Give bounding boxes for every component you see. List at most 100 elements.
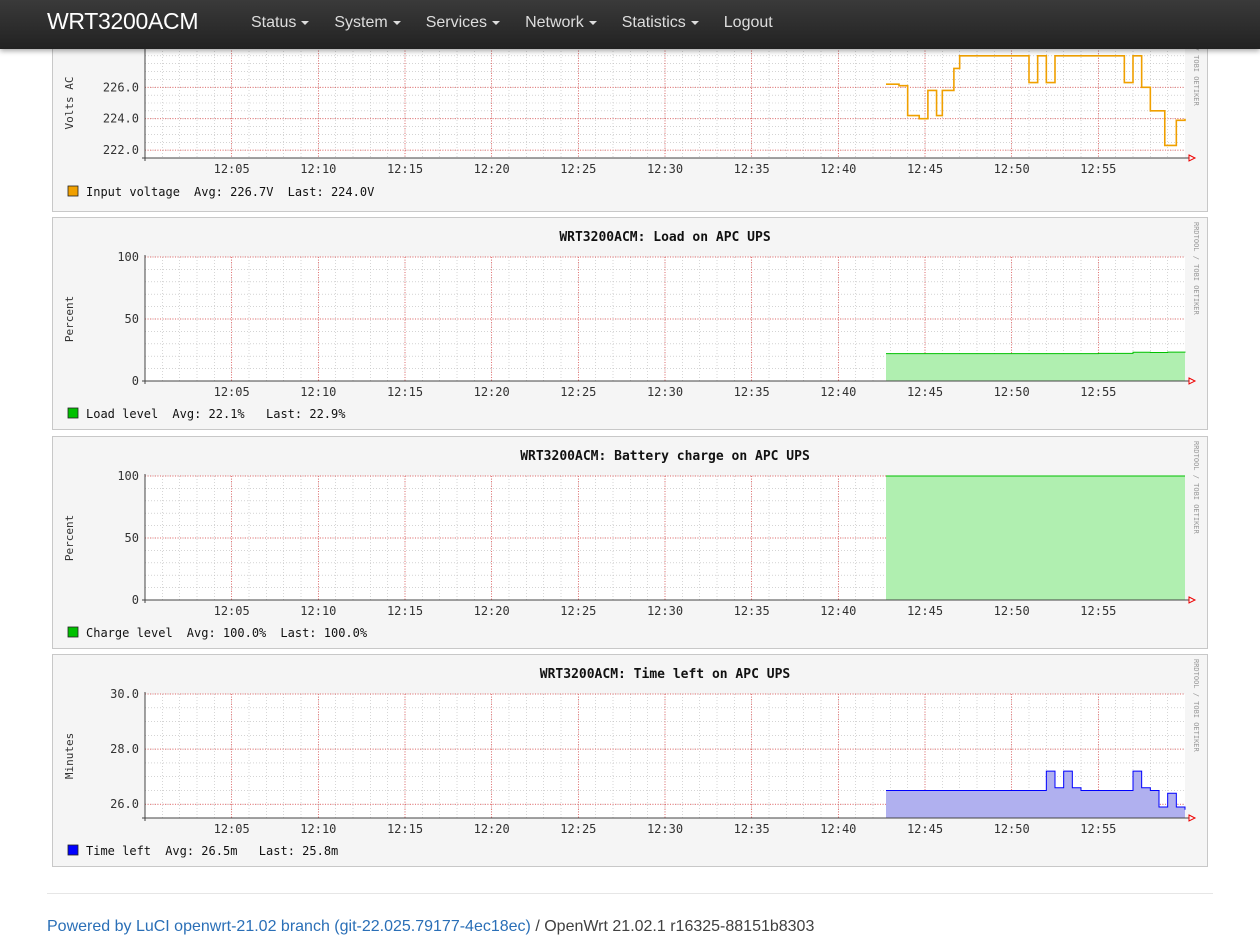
x-tick-label: 12:30 — [647, 385, 683, 399]
chevron-down-icon — [690, 20, 699, 25]
main-menu: Status System Services Network Statistic… — [251, 14, 798, 32]
brand-link[interactable]: WRT3200ACM — [47, 8, 199, 35]
x-tick-label: 12:55 — [1080, 822, 1116, 836]
legend-swatch — [67, 626, 79, 638]
x-tick-label: 12:15 — [387, 162, 423, 176]
menu-status[interactable]: Status — [251, 14, 310, 32]
rrdtool-watermark: RRDTOOL / TOBI OETIKER — [1192, 222, 1200, 316]
y-tick-label: 50 — [125, 312, 139, 326]
y-tick-label: 226.0 — [103, 80, 139, 94]
legend-last: Last: 224.0V — [288, 185, 375, 199]
x-tick-label: 12:45 — [907, 604, 943, 618]
x-tick-label: 12:25 — [560, 604, 596, 618]
x-tick-label: 12:05 — [214, 162, 250, 176]
x-tick-label: 12:15 — [387, 604, 423, 618]
y-axis-label: Percent — [63, 515, 76, 561]
menu-network[interactable]: Network — [525, 14, 597, 32]
x-tick-label: 12:45 — [907, 822, 943, 836]
menu-status-label: Status — [251, 14, 297, 31]
x-tick-label: 12:35 — [734, 385, 770, 399]
x-tick-label: 12:50 — [994, 385, 1030, 399]
rrdtool-watermark: RRDTOOL / TOBI OETIKER — [1192, 659, 1200, 753]
menu-system-label: System — [334, 14, 388, 31]
menu-statistics-label: Statistics — [621, 14, 686, 31]
x-tick-label: 12:45 — [907, 162, 943, 176]
y-tick-label: 0 — [132, 374, 139, 388]
x-tick-label: 12:10 — [300, 385, 336, 399]
chart-title: WRT3200ACM: Load on APC UPS — [559, 230, 770, 245]
legend-label: Charge level — [86, 626, 173, 640]
chevron-down-icon — [588, 20, 597, 25]
chevron-down-icon — [301, 20, 310, 25]
x-tick-label: 12:40 — [820, 822, 856, 836]
luci-link[interactable]: Powered by LuCI openwrt-21.02 branch (gi… — [47, 918, 531, 935]
x-tick-label: 12:15 — [387, 822, 423, 836]
menu-services[interactable]: Services — [425, 14, 501, 32]
y-axis-label: Minutes — [63, 733, 76, 779]
time-left-chart: 12:05 12:10 12:15 12:20 12:25 12:30 12:35 12:40… — [53, 655, 1207, 866]
load-chart: 12:05 12:10 12:15 12:20 12:25 12:30 12:35 12:40… — [53, 218, 1207, 429]
legend-avg: Avg: 26.5m — [165, 844, 237, 858]
legend-avg: Avg: 226.7V — [194, 185, 273, 199]
x-tick-label: 12:55 — [1080, 162, 1116, 176]
legend-swatch — [67, 407, 79, 419]
x-tick-label: 12:25 — [560, 822, 596, 836]
x-tick-label: 12:05 — [214, 822, 250, 836]
legend-last: Last: 100.0% — [280, 626, 367, 640]
menu-statistics[interactable]: Statistics — [622, 14, 699, 32]
y-tick-label: 100 — [117, 250, 139, 264]
menu-logout[interactable]: Logout — [724, 14, 773, 32]
y-tick-label: 30.0 — [110, 687, 139, 701]
rrdtool-watermark: RRDTOOL / TOBI OETIKER — [1192, 441, 1200, 535]
x-tick-label: 12:20 — [474, 385, 510, 399]
x-tick-label: 12:25 — [560, 162, 596, 176]
x-tick-label: 12:05 — [214, 385, 250, 399]
x-tick-label: 12:10 — [300, 604, 336, 618]
y-axis-label: Percent — [63, 296, 76, 342]
x-tick-label: 12:40 — [820, 385, 856, 399]
legend-label: Input voltage — [86, 185, 180, 199]
y-tick-label: 100 — [117, 469, 139, 483]
x-tick-label: 12:15 — [387, 385, 423, 399]
load-graph: 12:05 12:10 12:15 12:20 12:25 12:30 12:35 12:40… — [52, 217, 1208, 430]
chevron-down-icon — [392, 20, 401, 25]
x-tick-label: 12:10 — [300, 162, 336, 176]
battery-charge-graph: 12:05 12:10 12:15 12:20 12:25 12:30 12:35 12:40… — [52, 436, 1208, 649]
menu-system[interactable]: System — [334, 14, 401, 32]
legend-avg: Avg: 100.0% — [187, 626, 267, 640]
chart-title: WRT3200ACM: Time left on APC UPS — [540, 667, 791, 682]
x-tick-label: 12:20 — [474, 822, 510, 836]
openwrt-version: OpenWrt 21.02.1 r16325-88151b8303 — [544, 918, 815, 935]
top-navbar: WRT3200ACM Status System Services Networ… — [0, 0, 1260, 49]
x-tick-label: 12:45 — [907, 385, 943, 399]
legend-label: Time left — [86, 844, 151, 858]
legend-swatch — [67, 185, 79, 197]
legend-avg: Avg: 22.1% — [172, 407, 245, 421]
legend-label: Load level — [86, 407, 158, 421]
series-area — [886, 476, 1185, 600]
footer-divider — [47, 893, 1213, 894]
x-tick-label: 12:50 — [994, 604, 1030, 618]
x-tick-label: 12:30 — [647, 604, 683, 618]
x-tick-label: 12:25 — [560, 385, 596, 399]
menu-network-label: Network — [525, 14, 584, 31]
x-tick-label: 12:35 — [734, 822, 770, 836]
x-tick-label: 12:20 — [474, 604, 510, 618]
y-tick-label: 26.0 — [110, 797, 139, 811]
chevron-down-icon — [492, 20, 501, 25]
x-tick-label: 12:40 — [820, 604, 856, 618]
legend-swatch — [67, 844, 79, 856]
x-tick-label: 12:50 — [994, 822, 1030, 836]
x-tick-label: 12:35 — [734, 604, 770, 618]
menu-services-label: Services — [425, 14, 488, 31]
y-tick-label: 28.0 — [110, 742, 139, 756]
legend-last: Last: 22.9% — [266, 407, 346, 421]
time-left-graph: 12:05 12:10 12:15 12:20 12:25 12:30 12:35 12:40… — [52, 654, 1208, 867]
battery-charge-chart: 12:05 12:10 12:15 12:20 12:25 12:30 12:35 12:40… — [53, 437, 1207, 648]
x-tick-label: 12:30 — [647, 162, 683, 176]
menu-logout-label: Logout — [723, 14, 773, 31]
chart-title: WRT3200ACM: Battery charge on APC UPS — [520, 449, 810, 464]
x-tick-label: 12:40 — [820, 162, 856, 176]
y-axis-label: Volts AC — [63, 77, 76, 130]
footer-separator: / — [535, 918, 540, 935]
